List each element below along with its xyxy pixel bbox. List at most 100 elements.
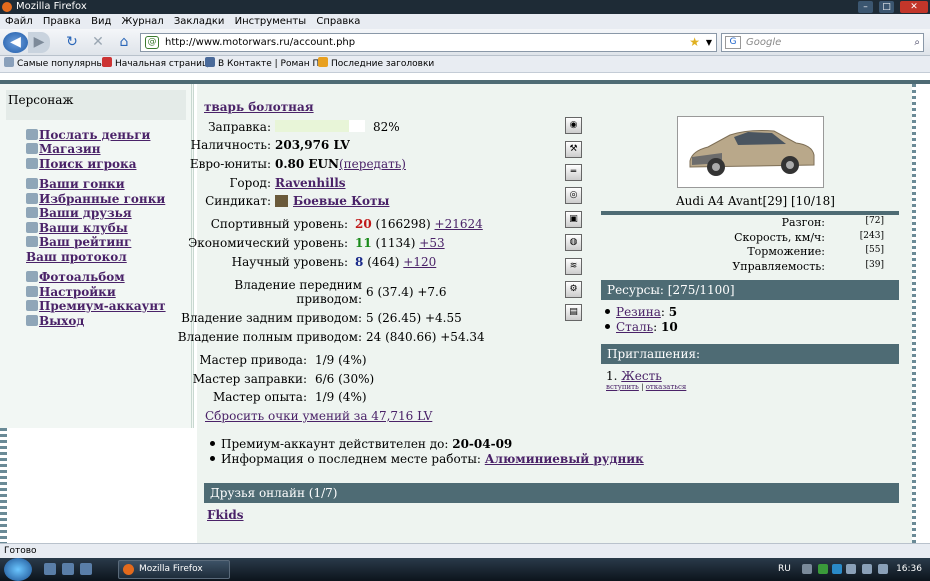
euro-row: 0.80 EUN(передать) xyxy=(275,157,406,171)
car-image[interactable] xyxy=(677,116,824,188)
player-name-link[interactable]: тварь болотная xyxy=(204,100,314,114)
sport-level-value: 20 xyxy=(355,217,372,231)
system-tray: RU 16:36 xyxy=(770,558,930,581)
bookmarks-toolbar: Самые популярные Начальная страница В Ко… xyxy=(0,56,930,73)
language-indicator[interactable]: RU xyxy=(778,558,791,581)
engine-icon[interactable]: ▣ xyxy=(565,211,582,228)
exp-master-label: Мастер опыта: xyxy=(212,390,307,404)
accept-invite-link[interactable]: вступить xyxy=(606,383,639,391)
url-bar[interactable]: @ http://www.motorwars.ru/account.php ★ … xyxy=(140,33,717,52)
sidebar-item-your-races[interactable]: Ваши гонки xyxy=(26,177,125,191)
menu-bar: Файл Правка Вид Журнал Закладки Инструме… xyxy=(0,14,930,29)
reload-icon[interactable]: ↻ xyxy=(64,32,80,53)
menu-bookmarks[interactable]: Закладки xyxy=(174,16,225,27)
sidebar-item-clubs[interactable]: Ваши клубы xyxy=(26,221,128,235)
volume-icon[interactable] xyxy=(862,564,872,574)
sidebar-item-protocol[interactable]: Ваш протокол xyxy=(26,250,127,264)
sidebar-item-photo-album[interactable]: Фотоальбом xyxy=(26,270,125,284)
transfer-euro-link[interactable]: (передать) xyxy=(339,157,406,171)
awd-value: 24 (840.66) +54.34 xyxy=(366,330,485,344)
tray-arrow-icon[interactable] xyxy=(802,564,812,574)
menu-view[interactable]: Вид xyxy=(91,16,111,27)
bookmark-vkontakte[interactable]: В Контакте | Роман П... xyxy=(205,56,328,73)
invitation-name-link[interactable]: Жесть xyxy=(621,369,661,383)
sidebar-item-send-money[interactable]: Послать деньги xyxy=(26,128,150,142)
sidebar-item-friends[interactable]: Ваши друзья xyxy=(26,206,132,220)
google-engine-icon[interactable]: G xyxy=(725,36,741,49)
display-icon[interactable] xyxy=(878,564,888,574)
sidebar-item-settings[interactable]: Настройки xyxy=(26,285,116,299)
tool-icon[interactable]: ⚒ xyxy=(565,141,582,158)
maximize-button[interactable]: □ xyxy=(879,1,894,13)
premium-icon xyxy=(26,300,38,311)
home-icon[interactable]: ⌂ xyxy=(115,32,133,53)
sidebar-item-rating[interactable]: Ваш рейтинг xyxy=(26,235,131,249)
bookmark-home-page[interactable]: Начальная страница xyxy=(102,56,214,73)
bookmark-star-icon[interactable]: ★ xyxy=(689,34,700,51)
search-input[interactable]: G Google ⌕ xyxy=(721,33,924,52)
work-link[interactable]: Алюминиевый рудник xyxy=(485,452,644,466)
brake-disc-icon[interactable]: ◎ xyxy=(565,187,582,204)
clock[interactable]: 16:36 xyxy=(896,558,922,581)
friend-link[interactable]: Fkids xyxy=(207,508,244,522)
syndicate-row: Боевые Коты xyxy=(275,194,389,208)
sidebar-item-find-player[interactable]: Поиск игрока xyxy=(26,157,136,171)
syndicate-link[interactable]: Боевые Коты xyxy=(293,194,389,208)
fuel-bar xyxy=(275,120,365,132)
quick-launch xyxy=(44,563,98,578)
friends-online-header: Друзья онлайн (1/7) xyxy=(204,483,899,503)
menu-file[interactable]: Файл xyxy=(5,16,33,27)
gearbox-icon[interactable]: ⚙ xyxy=(565,281,582,298)
stat-handling: Управляемость: [39] xyxy=(732,260,884,273)
exhaust-icon[interactable]: ═ xyxy=(565,164,582,181)
bookmark-latest-headlines[interactable]: Последние заголовки xyxy=(318,56,434,73)
menu-edit[interactable]: Правка xyxy=(43,16,81,27)
car-picture xyxy=(678,117,823,187)
close-button[interactable]: ✕ xyxy=(900,1,928,13)
sidebar-item-logout[interactable]: Выход xyxy=(26,314,84,328)
sidebar-item-premium[interactable]: Премиум-аккаунт xyxy=(26,299,166,313)
forward-button[interactable]: ▶ xyxy=(28,32,50,53)
clubs-icon xyxy=(26,222,38,233)
wheel-icon[interactable]: ◉ xyxy=(565,117,582,134)
menu-history[interactable]: Журнал xyxy=(122,16,164,27)
chip-icon[interactable]: ▤ xyxy=(565,304,582,321)
reset-skills-link[interactable]: Сбросить очки умений за 47,716 LV xyxy=(205,409,432,423)
url-dropdown-icon[interactable]: ▼ xyxy=(706,34,712,51)
sport-level-delta[interactable]: +21624 xyxy=(435,217,483,231)
minimize-button[interactable]: – xyxy=(858,1,873,13)
sci-level-delta[interactable]: +120 xyxy=(403,255,436,269)
taskbar-firefox-button[interactable]: Mozilla Firefox xyxy=(118,560,230,579)
switch-windows-icon[interactable] xyxy=(62,563,74,575)
econ-level-delta[interactable]: +53 xyxy=(419,236,444,250)
back-button[interactable]: ◀ xyxy=(3,32,28,53)
internet-explorer-icon[interactable] xyxy=(80,563,92,575)
menu-tools[interactable]: Инструменты xyxy=(235,16,307,27)
decline-invite-link[interactable]: отказаться xyxy=(646,383,687,391)
page-content: Персонаж Послать деньги Магазин Поиск иг… xyxy=(0,73,930,543)
resource-rubber-link[interactable]: Резина xyxy=(616,305,661,319)
premium-label: Премиум-аккаунт действителен до: xyxy=(221,437,449,451)
search-icon[interactable]: ⌕ xyxy=(914,34,920,51)
turbo-icon[interactable]: ◍ xyxy=(565,234,582,251)
icq-icon[interactable] xyxy=(818,564,828,574)
show-desktop-icon[interactable] xyxy=(44,563,56,575)
suspension-icon[interactable]: ≋ xyxy=(565,258,582,275)
sport-level-xp: (166298) xyxy=(375,217,431,231)
sidebar-item-shop[interactable]: Магазин xyxy=(26,142,101,156)
network-icon[interactable] xyxy=(846,564,856,574)
settings-icon xyxy=(26,286,38,297)
menu-help[interactable]: Справка xyxy=(316,16,360,27)
start-button[interactable] xyxy=(4,558,32,581)
resource-steel-link[interactable]: Сталь xyxy=(616,320,653,334)
magnifier-icon xyxy=(26,158,38,169)
city-link[interactable]: Ravenhills xyxy=(275,176,346,190)
sidebar-item-favorite-races[interactable]: Избранные гонки xyxy=(26,192,165,206)
drive-master-label: Мастер привода: xyxy=(199,353,307,367)
rating-icon xyxy=(26,236,38,247)
rss-icon xyxy=(318,57,328,67)
skype-icon[interactable] xyxy=(832,564,842,574)
econ-level-xp: (1134) xyxy=(375,236,416,250)
stop-icon[interactable]: ✕ xyxy=(90,32,106,53)
bookmark-most-visited[interactable]: Самые популярные xyxy=(4,56,109,73)
